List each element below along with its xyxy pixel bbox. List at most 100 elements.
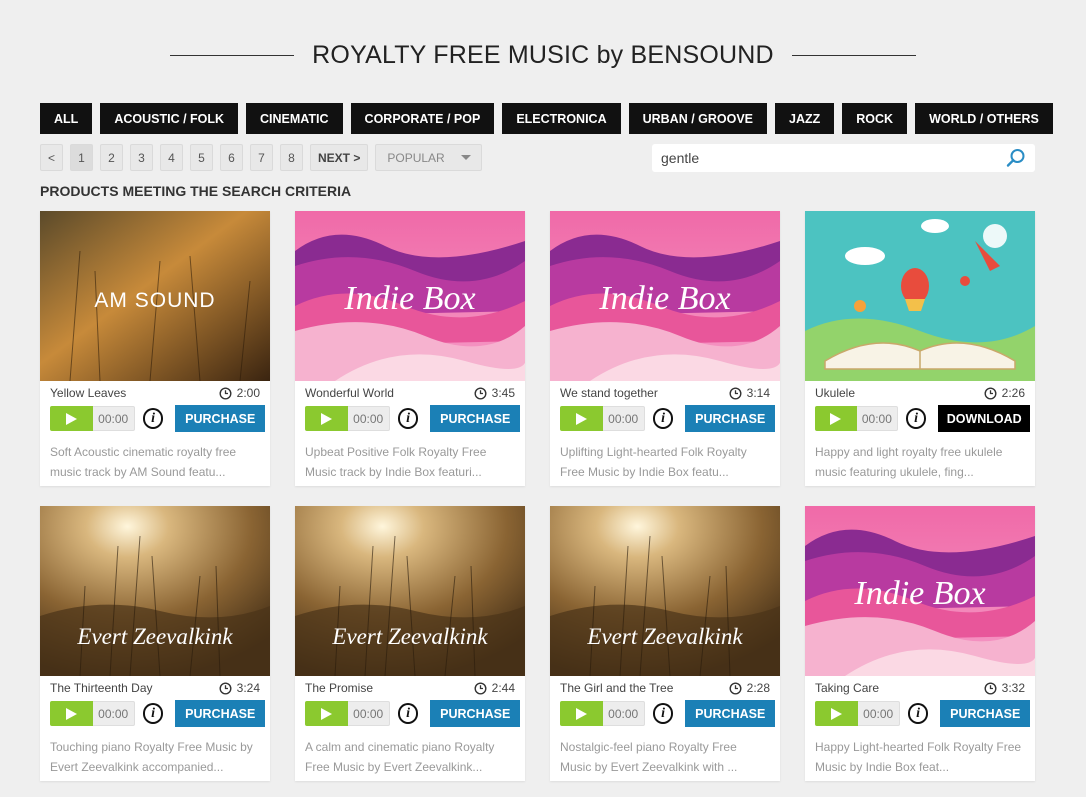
clock-icon	[984, 386, 997, 400]
page-button-7[interactable]: 7	[250, 144, 273, 171]
track-artwork[interactable]: Indie Box	[805, 506, 1035, 676]
track-description: A calm and cinematic piano Royalty Free …	[295, 727, 525, 777]
description-line: Soft Acoustic cinematic royalty free	[50, 445, 237, 459]
page-button-5[interactable]: 5	[190, 144, 213, 171]
play-button[interactable]	[815, 406, 857, 431]
track-title[interactable]: Taking Care	[815, 681, 879, 695]
search-icon[interactable]	[1005, 147, 1027, 169]
category-acoustic-folk[interactable]: ACOUSTIC / FOLK	[100, 103, 239, 134]
track-artwork[interactable]: Evert Zeevalkink	[40, 506, 270, 676]
page-button-6[interactable]: 6	[220, 144, 243, 171]
description-line: Uplifting Light-hearted Folk Royalty	[560, 445, 747, 459]
page-button-2[interactable]: 2	[100, 144, 123, 171]
description-line: Music track by Indie Box featuri...	[305, 465, 482, 479]
sort-select[interactable]: POPULAR	[375, 144, 483, 171]
track-title[interactable]: The Girl and the Tree	[560, 681, 673, 695]
page-button-3[interactable]: 3	[130, 144, 153, 171]
track-description: Uplifting Light-hearted Folk Royalty Fre…	[550, 432, 780, 482]
page-button-1[interactable]: 1	[70, 144, 93, 171]
svg-text:Evert Zeevalkink: Evert Zeevalkink	[76, 624, 233, 649]
play-icon	[65, 707, 77, 720]
description-line: Upbeat Positive Folk Royalty Free	[305, 445, 487, 459]
category-cinematic[interactable]: CINEMATIC	[246, 103, 343, 134]
play-button[interactable]	[815, 701, 858, 726]
track-card: Indie Box Wonderful World 3:45 00:00 i P…	[295, 211, 525, 486]
track-description: Happy Light-hearted Folk Royalty Free Mu…	[805, 727, 1035, 777]
duration-value: 3:32	[1001, 681, 1025, 695]
category-all[interactable]: ALL	[40, 103, 93, 134]
playback-time: 00:00	[347, 406, 390, 431]
purchase-button[interactable]: PURCHASE	[430, 700, 520, 727]
info-icon[interactable]: i	[652, 703, 674, 724]
category-corporate-pop[interactable]: CORPORATE / POP	[350, 103, 495, 134]
description-line: A calm and cinematic piano Royalty	[305, 740, 495, 754]
playback-time: 00:00	[92, 701, 135, 726]
playback-time: 00:00	[856, 406, 898, 431]
info-icon[interactable]: i	[905, 408, 927, 429]
sort-select-value: POPULAR	[387, 150, 445, 165]
track-duration: 2:26	[984, 386, 1025, 400]
play-button[interactable]	[560, 701, 603, 726]
page-button-4[interactable]: 4	[160, 144, 183, 171]
track-artwork[interactable]: Evert Zeevalkink	[295, 506, 525, 676]
track-card: Evert Zeevalkink The Girl and the Tree 2…	[550, 506, 780, 781]
play-button[interactable]	[305, 406, 348, 431]
prev-page-button[interactable]: <	[40, 144, 63, 171]
purchase-button[interactable]: PURCHASE	[175, 700, 265, 727]
duration-value: 3:24	[236, 681, 260, 695]
play-button[interactable]	[305, 701, 348, 726]
play-button[interactable]	[50, 701, 93, 726]
description-line: Happy and light royalty free ukulele	[815, 445, 1003, 459]
track-title[interactable]: The Thirteenth Day	[50, 681, 153, 695]
pagination: < 1 2 3 4 5 6 7 8 NEXT > POPULAR	[40, 144, 483, 171]
category-bar: ALL ACOUSTIC / FOLK CINEMATIC CORPORATE …	[40, 103, 1053, 134]
track-description: Nostalgic-feel piano Royalty Free Music …	[550, 727, 780, 777]
info-icon[interactable]: i	[142, 703, 164, 724]
track-artwork[interactable]: Evert Zeevalkink	[550, 506, 780, 676]
track-description: Touching piano Royalty Free Music by Eve…	[40, 727, 270, 777]
category-urban-groove[interactable]: URBAN / GROOVE	[628, 103, 768, 134]
purchase-button[interactable]: PURCHASE	[685, 700, 775, 727]
play-button[interactable]	[560, 406, 603, 431]
track-duration: 2:00	[219, 386, 260, 400]
download-button[interactable]: DOWNLOAD	[938, 405, 1030, 432]
search-input[interactable]	[661, 150, 1005, 166]
purchase-button[interactable]: PURCHASE	[430, 405, 520, 432]
clock-icon	[219, 386, 232, 400]
track-artwork[interactable]: AM SOUND	[40, 211, 270, 381]
track-card: Ukulele 2:26 00:00 i DOWNLOAD Happy and …	[805, 211, 1035, 486]
playback-time: 00:00	[602, 406, 645, 431]
play-icon	[320, 707, 332, 720]
category-electronica[interactable]: ELECTRONICA	[502, 103, 621, 134]
track-title[interactable]: We stand together	[560, 386, 658, 400]
info-icon[interactable]: i	[907, 703, 929, 724]
track-title[interactable]: Yellow Leaves	[50, 386, 126, 400]
category-jazz[interactable]: JAZZ	[775, 103, 835, 134]
info-icon[interactable]: i	[397, 408, 419, 429]
category-world-others[interactable]: WORLD / OTHERS	[915, 103, 1053, 134]
track-artwork[interactable]: Indie Box	[550, 211, 780, 381]
category-rock[interactable]: ROCK	[842, 103, 908, 134]
duration-value: 2:26	[1001, 386, 1025, 400]
track-card: Evert Zeevalkink The Promise 2:44 00:00 …	[295, 506, 525, 781]
duration-value: 2:00	[236, 386, 260, 400]
description-line: Music by Evert Zeevalkink with ...	[560, 760, 738, 774]
play-button[interactable]	[50, 406, 93, 431]
section-title: PRODUCTS MEETING THE SEARCH CRITERIA	[40, 183, 352, 199]
track-artwork[interactable]: Indie Box	[295, 211, 525, 381]
track-duration: 3:24	[219, 681, 260, 695]
info-icon[interactable]: i	[397, 703, 419, 724]
track-title[interactable]: Ukulele	[815, 386, 855, 400]
purchase-button[interactable]: PURCHASE	[685, 405, 775, 432]
next-page-button[interactable]: NEXT >	[310, 144, 369, 171]
clock-icon	[984, 681, 997, 695]
purchase-button[interactable]: PURCHASE	[175, 405, 265, 432]
info-icon[interactable]: i	[652, 408, 674, 429]
page-button-8[interactable]: 8	[280, 144, 303, 171]
track-title[interactable]: Wonderful World	[305, 386, 394, 400]
clock-icon	[729, 386, 742, 400]
purchase-button[interactable]: PURCHASE	[940, 700, 1030, 727]
info-icon[interactable]: i	[142, 408, 164, 429]
track-artwork[interactable]	[805, 211, 1035, 381]
track-title[interactable]: The Promise	[305, 681, 373, 695]
